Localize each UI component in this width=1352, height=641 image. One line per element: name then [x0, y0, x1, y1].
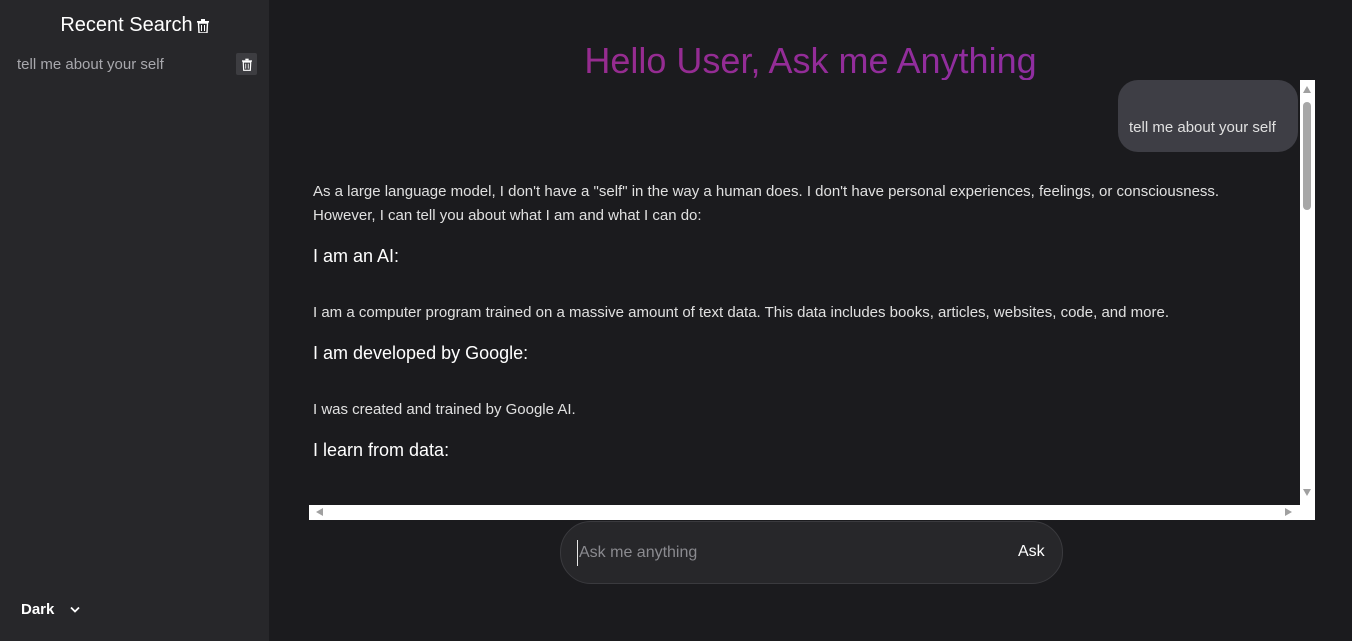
answer-paragraph: I was created and trained by Google AI. — [313, 401, 576, 418]
clear-history-trash-icon[interactable] — [196, 18, 209, 33]
answer-intro: As a large language model, I don't have … — [313, 183, 1220, 224]
theme-select-value[interactable]: Dark — [21, 601, 54, 618]
vertical-scrollbar[interactable] — [1300, 80, 1315, 505]
scroll-down-arrow-icon[interactable] — [1303, 489, 1311, 496]
history-item-label[interactable]: tell me about your self — [17, 56, 164, 73]
page-title: Hello User, Ask me Anything — [269, 40, 1352, 82]
ask-box: Ask — [560, 521, 1063, 584]
chat-container: tell me about your self As a large langu… — [309, 80, 1315, 520]
answer-heading: I am developed by Google: — [313, 343, 529, 363]
user-message-bubble: tell me about your self — [1118, 80, 1298, 152]
theme-select[interactable]: Dark — [21, 601, 80, 618]
vertical-scroll-thumb[interactable] — [1303, 102, 1311, 210]
chat-scroll-area[interactable]: tell me about your self As a large langu… — [309, 80, 1300, 505]
chevron-down-icon[interactable] — [70, 606, 80, 614]
ask-button[interactable]: Ask — [1018, 543, 1045, 561]
sidebar-title: Recent Search — [60, 14, 193, 36]
ask-input[interactable] — [577, 540, 997, 566]
horizontal-scrollbar[interactable] — [309, 505, 1300, 520]
delete-history-button[interactable] — [236, 53, 257, 75]
sidebar: Recent Search tell me about your self Da… — [0, 0, 269, 641]
assistant-answer: As a large language model, I don't have … — [313, 180, 1283, 461]
user-message-text: tell me about your self — [1129, 119, 1276, 136]
trash-icon — [241, 58, 252, 71]
scroll-up-arrow-icon[interactable] — [1303, 86, 1311, 93]
answer-paragraph: I am a computer program trained on a mas… — [313, 304, 1169, 321]
answer-heading: I am an AI: — [313, 246, 400, 266]
answer-heading: I learn from data: — [313, 440, 450, 460]
scroll-right-arrow-icon[interactable] — [1285, 508, 1292, 516]
sidebar-header: Recent Search — [0, 14, 269, 37]
history-item[interactable]: tell me about your self — [9, 52, 261, 76]
scroll-left-arrow-icon[interactable] — [316, 508, 323, 516]
